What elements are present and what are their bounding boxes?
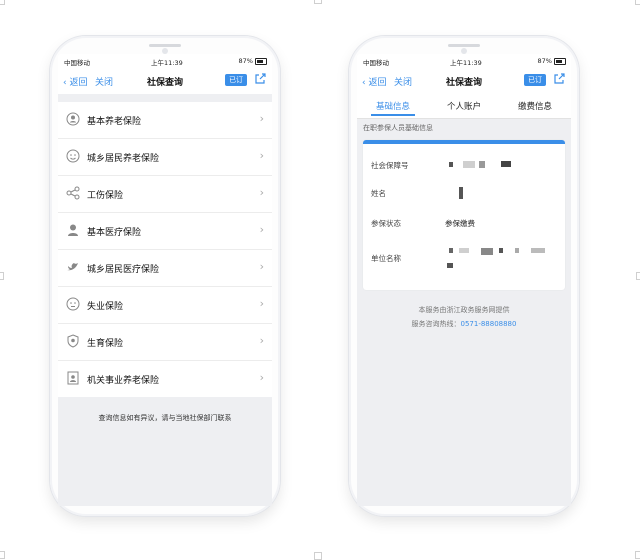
chevron-right-icon: ›	[259, 186, 264, 199]
phone-speaker	[149, 44, 181, 47]
ssn-label: 社会保障号	[371, 161, 409, 170]
redacted-value	[449, 248, 453, 253]
employer-label: 单位名称	[371, 254, 401, 263]
list-item[interactable]: 基本医疗保险 ›	[58, 213, 272, 250]
chevron-right-icon: ›	[259, 149, 264, 162]
crop-marker	[0, 0, 5, 5]
chevron-right-icon: ›	[259, 223, 264, 236]
phone-left: 中国移动 上午11:39 87% ‹ 返回 关闭 社保查询 已订 基本养老保险 …	[50, 36, 280, 516]
redacted-value	[501, 161, 511, 167]
battery-icon	[554, 57, 566, 65]
section-title: 在职参保人员基础信息	[363, 124, 433, 132]
share-icon[interactable]	[553, 73, 565, 88]
share-icon[interactable]	[254, 73, 266, 88]
crop-marker	[0, 272, 4, 280]
person-badge-icon	[66, 112, 80, 126]
nav-bar: ‹ 返回 关闭 社保查询 已订	[58, 68, 272, 94]
subscribe-button[interactable]: 已订	[524, 74, 546, 86]
name-label: 姓名	[371, 189, 386, 198]
redacted-value	[479, 161, 485, 168]
list-item-label: 城乡居民医疗保险	[87, 265, 160, 275]
chevron-right-icon: ›	[259, 297, 264, 310]
crop-marker	[636, 272, 640, 280]
dispute-note: 查询信息如有异议，请与当地社保部门联系	[98, 414, 232, 422]
clock: 上午11:39	[450, 59, 482, 67]
active-tab-indicator	[371, 114, 415, 116]
status-bar: 中国移动 上午11:39 87%	[58, 54, 272, 68]
redacted-value	[459, 187, 463, 199]
list-item-label: 城乡居民养老保险	[87, 154, 160, 164]
tab-payment-info[interactable]: 缴费信息	[500, 100, 570, 112]
battery-indicator: 87%	[238, 57, 267, 65]
chevron-right-icon: ›	[259, 371, 264, 384]
tab-basic-info[interactable]: 基础信息	[358, 100, 428, 112]
list-item-label: 生育保险	[87, 339, 124, 349]
redacted-value	[459, 248, 469, 253]
basic-info-screen: 中国移动 上午11:39 87% ‹ 返回 关闭 社保查询 已订 基础信息 个人…	[357, 54, 571, 506]
list-item-label: 工伤保险	[87, 191, 124, 201]
doctor-icon	[66, 223, 80, 237]
carrier-label: 中国移动	[363, 59, 389, 67]
battery-percent: 87%	[537, 57, 552, 65]
share-nodes-icon	[66, 186, 80, 200]
redacted-value	[449, 162, 453, 167]
carrier-label: 中国移动	[64, 59, 90, 67]
redacted-value	[463, 161, 475, 168]
chevron-right-icon: ›	[259, 334, 264, 347]
list-item[interactable]: 失业保险 ›	[58, 287, 272, 324]
list-item[interactable]: 机关事业养老保险 ›	[58, 361, 272, 397]
crop-marker	[635, 551, 640, 559]
battery-indicator: 87%	[537, 57, 566, 65]
hotline-link[interactable]: 0571-88808880	[461, 320, 517, 328]
shield-baby-icon	[66, 334, 80, 348]
phone-right: 中国移动 上午11:39 87% ‹ 返回 关闭 社保查询 已订 基础信息 个人…	[349, 36, 579, 516]
crop-marker	[635, 0, 640, 5]
bird-icon	[66, 260, 80, 274]
redacted-value	[499, 248, 503, 253]
crop-marker	[314, 0, 322, 4]
redacted-value	[481, 248, 493, 255]
list-item-label: 失业保险	[87, 302, 124, 312]
nav-bar: ‹ 返回 关闭 社保查询 已订	[357, 68, 571, 94]
insurance-list: 基本养老保险 › 城乡居民养老保险 › 工伤保险 › 基本医疗保险 › 城乡居民…	[58, 102, 272, 397]
status-label: 参保状态	[371, 219, 401, 228]
document-person-icon	[66, 371, 80, 385]
info-card: 社会保障号 姓名 参保状态 参保缴费 单位名称	[363, 140, 565, 290]
phone-speaker	[448, 44, 480, 47]
info-tabs: 基础信息 个人账户 缴费信息	[357, 94, 571, 119]
status-value: 参保缴费	[445, 219, 475, 228]
hotline-label: 服务咨询热线：	[411, 320, 461, 328]
tab-personal-account[interactable]: 个人账户	[429, 100, 499, 112]
elder-face-icon	[66, 149, 80, 163]
chevron-right-icon: ›	[259, 112, 264, 125]
chevron-right-icon: ›	[259, 260, 264, 273]
list-item[interactable]: 生育保险 ›	[58, 324, 272, 361]
crop-marker	[0, 551, 5, 559]
card-accent-bar	[363, 140, 565, 144]
list-item[interactable]: 城乡居民医疗保险 ›	[58, 250, 272, 287]
list-item-label: 基本医疗保险	[87, 228, 142, 238]
redacted-value	[447, 263, 453, 268]
battery-percent: 87%	[238, 57, 253, 65]
list-item[interactable]: 城乡居民养老保险 ›	[58, 139, 272, 176]
list-item[interactable]: 工伤保险 ›	[58, 176, 272, 213]
face-icon	[66, 297, 80, 311]
battery-icon	[255, 57, 267, 65]
service-provider-note: 本服务由浙江政务服务网提供	[418, 306, 510, 314]
hotline: 服务咨询热线：0571-88808880	[357, 319, 571, 329]
list-item[interactable]: 基本养老保险 ›	[58, 102, 272, 139]
crop-marker	[314, 552, 322, 560]
list-item-label: 基本养老保险	[87, 117, 142, 127]
redacted-value	[515, 248, 519, 253]
insurance-list-screen: 中国移动 上午11:39 87% ‹ 返回 关闭 社保查询 已订 基本养老保险 …	[58, 54, 272, 506]
list-item-label: 机关事业养老保险	[87, 376, 160, 386]
redacted-value	[531, 248, 545, 253]
clock: 上午11:39	[151, 59, 183, 67]
status-bar: 中国移动 上午11:39 87%	[357, 54, 571, 68]
subscribe-button[interactable]: 已订	[225, 74, 247, 86]
